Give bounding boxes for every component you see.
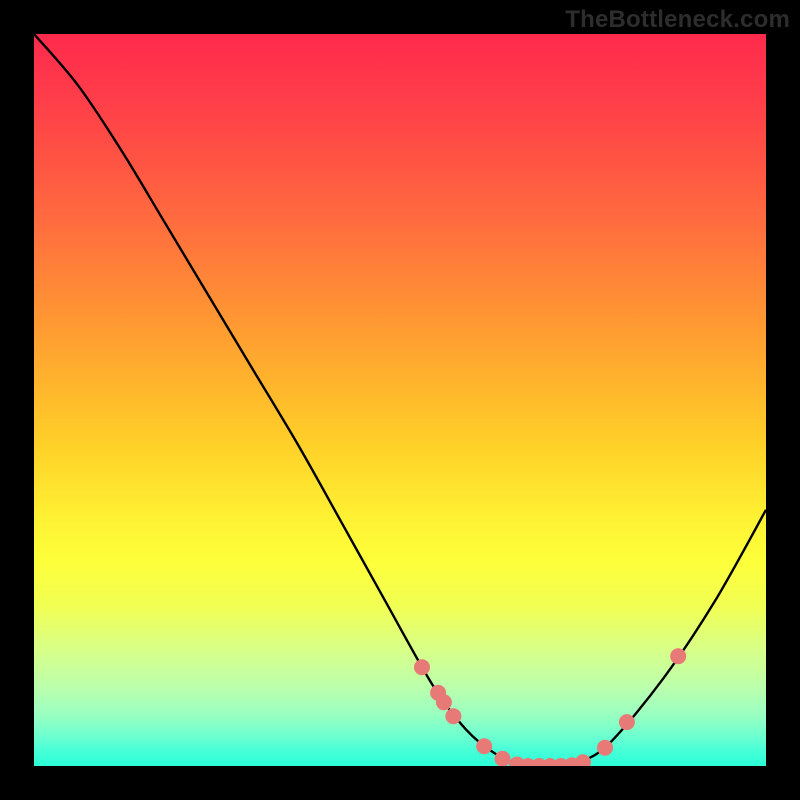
curve-marker (495, 751, 511, 766)
watermark-text: TheBottleneck.com (565, 6, 790, 34)
curve-path (34, 34, 766, 766)
curve-marker (436, 694, 452, 710)
curve-marker (597, 740, 613, 756)
curve-marker (670, 648, 686, 664)
curve-marker (414, 659, 430, 675)
curve-marker (445, 708, 461, 724)
curve-marker (619, 714, 635, 730)
curve-marker (476, 738, 492, 754)
curve-markers (414, 648, 686, 766)
bottleneck-curve-chart (34, 34, 766, 766)
curve-marker (575, 754, 591, 766)
